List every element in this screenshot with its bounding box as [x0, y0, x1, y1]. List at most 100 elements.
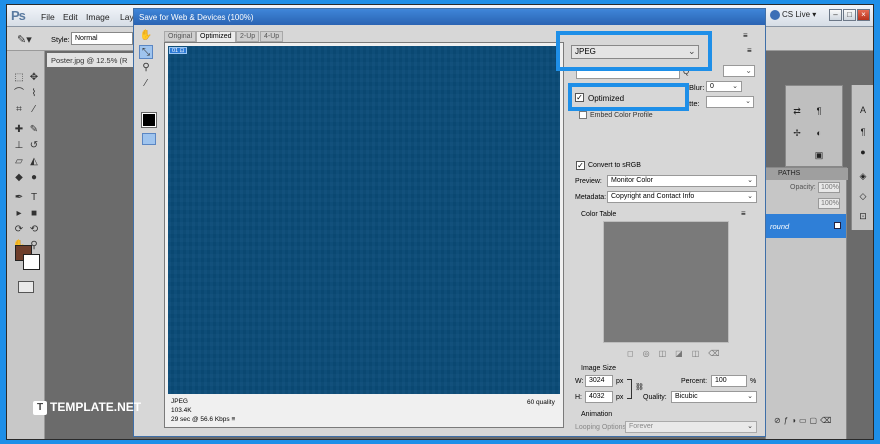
brush-preset-icon[interactable]: ✎▾	[17, 33, 32, 46]
stamp-tool-icon[interactable]: ⊥	[12, 139, 26, 153]
camera-icon[interactable]: ▣	[812, 150, 826, 162]
maximize-button[interactable]: □	[843, 9, 856, 21]
eyedropper-color-swatch[interactable]	[141, 112, 157, 128]
color-wheel-icon[interactable]: ●	[856, 147, 870, 159]
quick-select-icon[interactable]: ⌇	[27, 87, 41, 101]
menu-file[interactable]: File	[41, 12, 55, 22]
fill-field[interactable]: 100%	[818, 198, 840, 209]
3d-orbit-icon[interactable]: ⟲	[27, 223, 41, 237]
eyedropper-icon[interactable]: ⁄	[139, 77, 153, 91]
preview-label: Preview:	[575, 178, 602, 185]
blur-field[interactable]: 0 ⌄	[706, 81, 742, 92]
style-select[interactable]: Normal	[71, 32, 133, 45]
minimize-button[interactable]: –	[829, 9, 842, 21]
layers-bottom-icons[interactable]: ⊘ƒ◑▭▢⌫	[766, 416, 848, 430]
save-for-web-dialog: Save for Web & Devices (100%) ✋ ⤡ ⚲ ⁄ Or…	[133, 8, 766, 437]
width-label: W:	[575, 378, 584, 385]
menu-image[interactable]: Image	[86, 12, 110, 22]
link-icon[interactable]: ⛓	[635, 383, 644, 391]
pen-tool-icon[interactable]: ✒	[12, 191, 26, 205]
color-table[interactable]	[603, 221, 729, 343]
tab-paths[interactable]: PATHS	[778, 170, 800, 177]
styles-icon[interactable]: ◇	[856, 191, 870, 203]
metadata-select[interactable]: Copyright and Contact Info ⌄	[607, 191, 757, 203]
move-tool-icon[interactable]: ✥	[27, 71, 41, 85]
zoom-tool-icon[interactable]: ⚲	[139, 61, 153, 75]
quality-field[interactable]: ⌄	[723, 65, 755, 77]
color-table-menu-icon[interactable]: ≡	[741, 209, 746, 218]
style-label: Style:	[51, 35, 70, 44]
format-menu-icon[interactable]: ≡	[747, 46, 752, 55]
path-select-icon[interactable]: ▸	[12, 207, 26, 221]
brush-tool-icon[interactable]: ✎	[27, 123, 41, 137]
preview-quality: 60 quality	[527, 399, 555, 406]
opacity-field[interactable]: 100%	[818, 182, 840, 193]
opacity-label: Opacity:	[790, 184, 816, 191]
convert-srgb-checkbox[interactable]: ✓	[576, 161, 585, 170]
lasso-tool-icon[interactable]: ⌒	[12, 87, 26, 101]
marquee-tool-icon[interactable]: ⬚	[12, 71, 26, 85]
layer-row[interactable]: round	[766, 214, 846, 238]
eyedropper-tool-icon[interactable]: ⁄	[27, 103, 41, 117]
preset-menu-icon[interactable]: ≡	[743, 31, 748, 40]
preview-value: Monitor Color	[611, 177, 654, 184]
tab-4-up[interactable]: 4-Up	[260, 31, 284, 42]
optimized-preview-image[interactable]: 01 ⊡	[168, 46, 560, 394]
eraser-tool-icon[interactable]: ▱	[12, 155, 26, 169]
hand-tool-icon[interactable]: ✋	[139, 29, 153, 43]
tab-original[interactable]: Original	[164, 31, 197, 42]
preview-pane: 01 ⊡ JPEG 103.4K 29 sec @ 56.6 Kbps ≡ 60…	[164, 42, 564, 428]
height-label: H:	[575, 394, 582, 401]
tab-optimized[interactable]: Optimized	[196, 31, 236, 42]
blur-label: Blur:	[689, 83, 705, 92]
document-tab[interactable]: Poster.jpg @ 12.5% (R	[47, 53, 135, 67]
preview-select[interactable]: Monitor Color ⌄	[607, 175, 757, 187]
menu-layer[interactable]: Lay	[120, 12, 134, 22]
paint-bucket-icon[interactable]: ◭	[27, 155, 41, 169]
chevron-down-icon: ⌄	[747, 423, 753, 430]
history-brush-icon[interactable]: ↺	[27, 139, 41, 153]
toggle-slices-icon[interactable]	[142, 133, 156, 145]
matte-select[interactable]: ⌄	[706, 96, 754, 108]
slice-select-icon[interactable]: ⤡	[139, 45, 153, 59]
convert-srgb-label: Convert to sRGB	[588, 162, 641, 169]
crop-tool-icon[interactable]: ⌗	[12, 103, 26, 117]
resample-quality-select[interactable]: Bicubic ⌄	[671, 391, 757, 403]
healing-tool-icon[interactable]: ✚	[12, 123, 26, 137]
resample-quality-value: Bicubic	[675, 393, 698, 400]
color-table-buttons[interactable]: ◻◎◫◪◫⌫	[627, 349, 757, 359]
height-field[interactable]: 4032	[585, 391, 613, 403]
preview-download-time[interactable]: 29 sec @ 56.6 Kbps ≡	[171, 416, 235, 423]
width-field[interactable]: 3024	[585, 375, 613, 387]
blur-tool-icon[interactable]: ◆	[12, 171, 26, 185]
metadata-value: Copyright and Contact Info	[611, 193, 695, 200]
clone-source-icon[interactable]: ◐	[812, 128, 826, 140]
preview-format: JPEG	[171, 398, 188, 405]
shape-tool-icon[interactable]: ■	[27, 207, 41, 221]
cs-live-button[interactable]: CS Live ▾	[770, 10, 826, 22]
chevron-down-icon: ▾	[810, 10, 817, 20]
paragraph-icon-2[interactable]: ¶	[856, 127, 870, 139]
quick-mask-button[interactable]	[18, 281, 34, 293]
chevron-down-icon: ⌄	[747, 393, 753, 400]
tab-2-up[interactable]: 2-Up	[236, 31, 260, 42]
paragraph-icon[interactable]: ¶	[812, 106, 826, 118]
character-icon[interactable]: A	[856, 105, 870, 117]
menu-edit[interactable]: Edit	[63, 12, 78, 22]
layers-icon[interactable]: ◈	[856, 171, 870, 183]
looping-select[interactable]: Forever ⌄	[625, 421, 757, 433]
fit-icon[interactable]: ⊡	[856, 211, 870, 223]
percent-unit: %	[750, 378, 757, 385]
transform-icon[interactable]: ✢	[790, 128, 804, 140]
type-tool-icon[interactable]: T	[27, 191, 41, 205]
embed-profile-checkbox[interactable]	[579, 111, 587, 119]
template-watermark: T TEMPLATE.NET	[33, 400, 141, 418]
dodge-tool-icon[interactable]: ●	[27, 171, 41, 185]
close-button[interactable]: ×	[857, 9, 870, 21]
layers-tabs: PATHS	[766, 168, 848, 180]
adjust-icon[interactable]: ⇄	[790, 106, 804, 118]
highlight-file-format	[556, 31, 712, 71]
percent-field[interactable]: 100	[711, 375, 747, 387]
3d-rotate-icon[interactable]: ⟳	[12, 223, 26, 237]
background-color-swatch[interactable]	[23, 254, 40, 270]
